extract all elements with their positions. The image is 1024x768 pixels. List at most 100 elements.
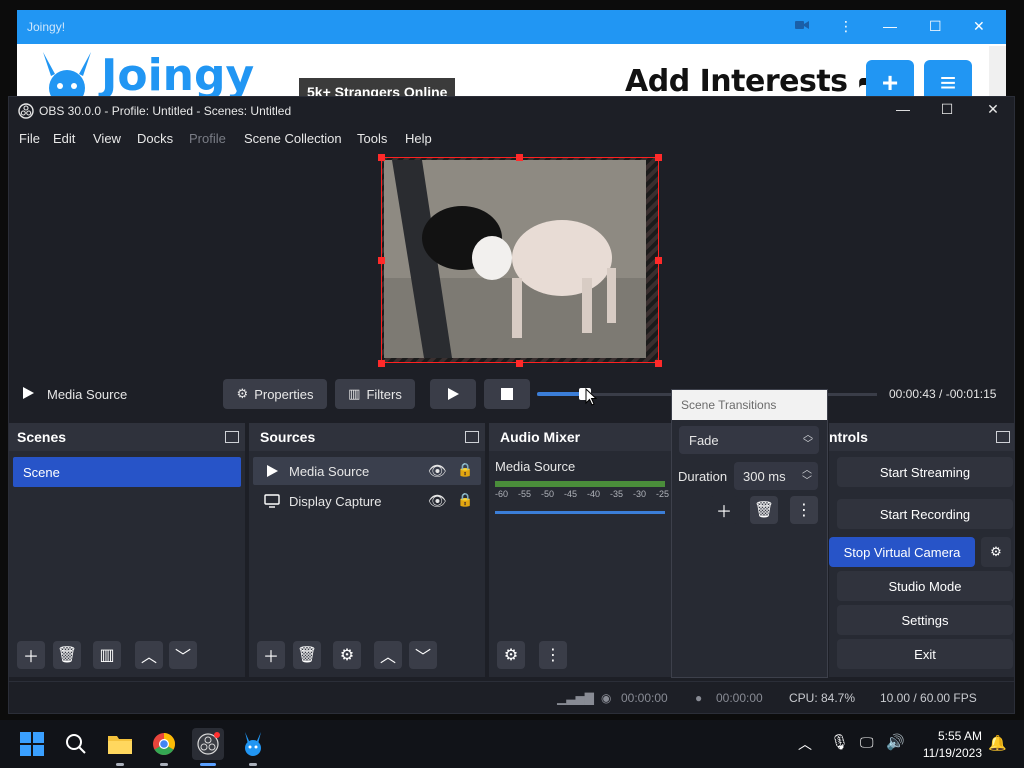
maximize-icon[interactable]: ☐ [935, 101, 959, 121]
add-scene-button[interactable]: ＋ [17, 641, 45, 669]
transition-select[interactable]: Fade ︿ ﹀ [679, 426, 819, 454]
updown-icon: ︿ ﹀ [803, 430, 813, 450]
duration-spinbox[interactable]: 300 ms ︿ ﹀ [734, 462, 818, 490]
chevron-down-icon: ﹀ [414, 649, 431, 666]
browser-tab-title[interactable]: Joingy! [27, 20, 65, 34]
maximize-icon[interactable]: ☐ [929, 18, 942, 35]
scenes-title: Scenes [17, 429, 67, 445]
undock-icon[interactable] [996, 431, 1010, 443]
dock-header: ntrols [829, 423, 1014, 451]
menu-help[interactable]: Help [405, 131, 432, 146]
source-properties-button[interactable]: ⚙ [333, 641, 361, 669]
advanced-audio-button[interactable]: ⚙ [497, 641, 525, 669]
resize-handle[interactable] [655, 257, 662, 264]
clock-date[interactable]: 11/19/2023 [912, 746, 982, 760]
move-source-down-button[interactable]: ﹀ [409, 641, 437, 669]
media-time-display: 00:00:43 / -00:01:15 [889, 387, 997, 401]
move-scene-down-button[interactable]: ﹀ [169, 641, 197, 669]
transitions-title[interactable]: Scene Transitions [672, 390, 827, 420]
close-icon[interactable]: ✕ [981, 101, 1005, 121]
settings-button[interactable]: Settings [837, 605, 1013, 635]
menu-edit[interactable]: Edit [53, 131, 75, 146]
resize-handle[interactable] [378, 257, 385, 264]
eye-icon[interactable]: 👁 [428, 492, 447, 510]
network-icon[interactable]: 🖵 [860, 734, 874, 751]
resize-handle[interactable] [516, 360, 523, 367]
menu-tools[interactable]: Tools [357, 131, 387, 146]
start-recording-button[interactable]: Start Recording [837, 499, 1013, 529]
mixer-menu-button[interactable]: ⋮ [539, 641, 567, 669]
properties-button[interactable]: ⚙ Properties [223, 379, 327, 409]
exit-button[interactable]: Exit [837, 639, 1013, 669]
resize-handle[interactable] [655, 360, 662, 367]
camera-icon[interactable] [795, 18, 809, 34]
lock-icon[interactable]: 🔒 [457, 492, 473, 508]
source-item-media-source[interactable]: Media Source 👁 🔒 [253, 457, 481, 485]
mixer-toolbar: ⚙ ⋮ [489, 635, 675, 677]
undock-icon[interactable] [225, 431, 239, 443]
move-scene-up-button[interactable]: ︿ [135, 641, 163, 669]
volume-icon[interactable]: 🔊 [886, 733, 905, 751]
menu-docks[interactable]: Docks [137, 131, 173, 146]
resize-handle[interactable] [655, 154, 662, 161]
remove-scene-button[interactable]: 🗑 [53, 641, 81, 669]
lock-icon[interactable]: 🔒 [457, 462, 473, 478]
add-transition-button[interactable]: ＋ [710, 496, 738, 524]
obs-menubar: File Edit View Docks Profile Scene Colle… [9, 125, 1014, 153]
record-time: 00:00:00 [716, 691, 763, 705]
volume-fader[interactable] [495, 511, 665, 514]
menu-scene-collection[interactable]: Scene Collection [244, 131, 342, 146]
gear-icon: ⚙ [339, 647, 355, 664]
minimize-icon[interactable]: — [883, 18, 897, 34]
move-source-up-button[interactable]: ︿ [374, 641, 402, 669]
scene-list-item[interactable]: Scene [13, 457, 241, 487]
browser-scrollbar[interactable] [989, 46, 1006, 100]
filters-button[interactable]: ▥ Filters [335, 379, 415, 409]
resize-handle[interactable] [378, 154, 385, 161]
close-icon[interactable]: ✕ [973, 18, 985, 35]
spin-arrows-icon[interactable]: ︿ ﹀ [802, 465, 812, 487]
minimize-icon[interactable]: — [891, 101, 915, 121]
scene-filters-button[interactable]: ▥ [93, 641, 121, 669]
clock-time[interactable]: 5:55 AM [928, 729, 982, 743]
source-item-display-capture[interactable]: Display Capture 👁 🔒 [253, 487, 481, 515]
stop-virtual-camera-button[interactable]: Stop Virtual Camera [829, 537, 975, 567]
eye-icon[interactable]: 👁 [428, 462, 447, 480]
media-stop-button[interactable] [484, 379, 530, 409]
running-indicator [160, 763, 168, 766]
resize-handle[interactable] [378, 360, 385, 367]
media-preview[interactable] [381, 157, 659, 363]
add-interests-label[interactable]: Add Interests ➦ [625, 64, 883, 99]
scenes-dock: Scenes Scene ＋ 🗑 ▥ ︿ ﹀ [9, 423, 245, 677]
remove-transition-button[interactable]: 🗑 [750, 496, 778, 524]
joingy-taskbar-button[interactable] [237, 728, 269, 760]
microphone-icon[interactable]: 🎙 [830, 733, 849, 751]
chrome-button[interactable] [148, 728, 180, 760]
remove-source-button[interactable]: 🗑 [293, 641, 321, 669]
start-button[interactable] [16, 728, 48, 760]
virtual-camera-settings-button[interactable]: ⚙ [981, 537, 1011, 567]
add-source-button[interactable]: ＋ [257, 641, 285, 669]
resize-handle[interactable] [516, 154, 523, 161]
obs-window: OBS 30.0.0 - Profile: Untitled - Scenes:… [8, 96, 1015, 714]
menu-file[interactable]: File [19, 131, 40, 146]
start-streaming-button[interactable]: Start Streaming [837, 457, 1013, 487]
menu-view[interactable]: View [93, 131, 121, 146]
menu-profile[interactable]: Profile [189, 131, 226, 146]
file-explorer-button[interactable] [104, 728, 136, 760]
studio-mode-button[interactable]: Studio Mode [837, 571, 1013, 601]
undock-icon[interactable] [465, 431, 479, 443]
chevron-up-icon: ︿ [140, 649, 157, 666]
windows-logo-icon [20, 732, 44, 756]
preview-area[interactable] [9, 153, 1014, 369]
signal-bars-icon: ▁▃▅▇ [557, 691, 594, 705]
more-vertical-icon[interactable]: ⋮ [839, 18, 853, 35]
search-button[interactable] [60, 728, 92, 760]
gear-icon: ⚙ [236, 386, 249, 401]
chevron-up-icon[interactable]: ︿ [798, 734, 812, 754]
notification-bell-icon[interactable]: 🔔 [988, 734, 1007, 752]
transition-menu-button[interactable]: ⋮ [790, 496, 818, 524]
obs-taskbar-button[interactable] [192, 728, 224, 760]
transition-select-value: Fade [689, 433, 719, 448]
media-play-button[interactable] [430, 379, 476, 409]
